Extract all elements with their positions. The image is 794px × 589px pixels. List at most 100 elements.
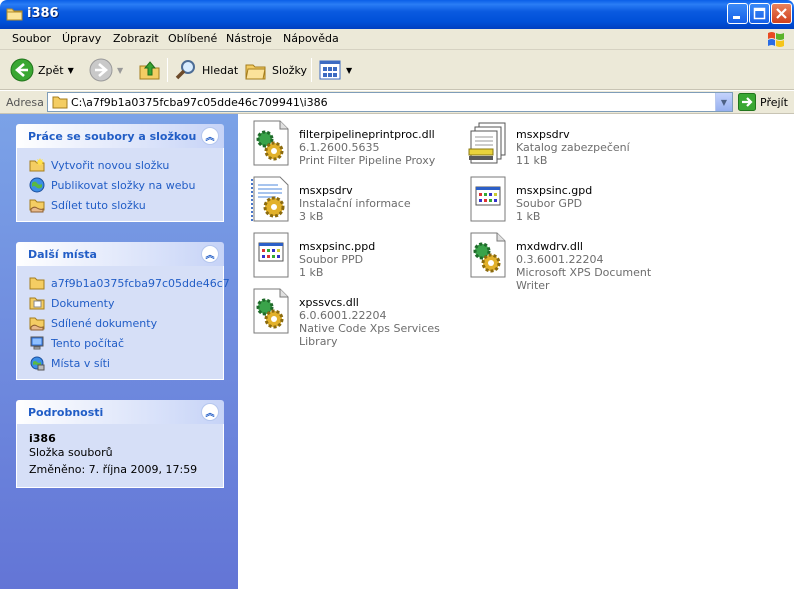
panel-title: Další místa — [28, 248, 97, 261]
generic-file-icon — [253, 232, 289, 278]
file-meta: Native Code Xps Services Library — [299, 322, 440, 348]
menu-help[interactable]: Nápověda — [283, 32, 339, 45]
go-label: Přejít — [760, 95, 788, 109]
task-new-folder[interactable]: Vytvořit novou složku — [29, 155, 213, 175]
panel-title: Práce se soubory a složkou — [28, 130, 197, 143]
file-meta: 11 kB — [516, 154, 548, 167]
file-name: msxpsdrv — [299, 184, 353, 197]
file-meta: Soubor GPD — [516, 197, 583, 210]
file-meta: 1 kB — [299, 266, 324, 279]
collapse-icon[interactable]: ︽ — [201, 403, 219, 421]
dll-gear-icon — [470, 232, 506, 278]
maximize-icon — [753, 7, 766, 20]
other-places-header[interactable]: Další místa ︽ — [16, 242, 224, 266]
toolbar: Zpět ▼ ▼ Hledat Složky ▼ — [0, 50, 794, 90]
folders-icon — [245, 64, 266, 80]
go-arrow-icon — [738, 93, 756, 111]
task-share-folder[interactable]: Sdílet tuto složku — [29, 195, 213, 215]
folder-icon — [52, 96, 68, 109]
collapse-icon[interactable]: ︽ — [201, 127, 219, 145]
setup-info-icon — [251, 176, 289, 222]
file-item[interactable]: filterpipelineprintproc.dll 6.1.2600.563… — [242, 119, 457, 171]
place-label: a7f9b1a0375fcba97c05dde46c7 — [51, 276, 230, 290]
place-network[interactable]: Místa v síti — [29, 353, 213, 373]
menu-view[interactable]: Zobrazit — [113, 32, 159, 45]
address-input[interactable]: C:\a7f9b1a0375fcba97c05dde46c709941\i386… — [47, 92, 733, 112]
dll-gear-icon — [253, 288, 289, 334]
go-button[interactable]: Přejít — [738, 93, 788, 111]
detail-modified: Změněno: 7. října 2009, 17:59 — [29, 463, 198, 476]
back-button[interactable]: Zpět ▼ — [10, 56, 74, 84]
address-path: C:\a7f9b1a0375fcba97c05dde46c709941\i386 — [71, 96, 328, 109]
place-label: Sdílené dokumenty — [51, 316, 158, 330]
generic-file-icon — [470, 176, 506, 222]
collapse-icon[interactable]: ︽ — [201, 245, 219, 263]
task-publish-web[interactable]: Publikovat složky na webu — [29, 175, 213, 195]
file-meta: 0.3.6001.22204 — [516, 253, 604, 266]
place-label: Tento počítač — [51, 336, 125, 350]
place-label: Místa v síti — [51, 356, 110, 370]
menu-bar: Soubor Úpravy Zobrazit Oblíbené Nástroje… — [0, 29, 794, 50]
menu-file[interactable]: Soubor — [12, 32, 51, 45]
folder-icon — [29, 277, 45, 290]
search-button[interactable]: Hledat — [174, 56, 238, 84]
maximize-button[interactable] — [749, 3, 770, 24]
share-folder-icon — [29, 199, 45, 213]
views-dropdown-icon[interactable]: ▼ — [346, 66, 352, 75]
folder-icon — [6, 8, 23, 21]
file-item[interactable]: msxpsdrv Katalog zabezpečení 11 kB — [459, 119, 674, 171]
views-button[interactable]: ▼ — [318, 56, 352, 84]
place-parent-folder[interactable]: a7f9b1a0375fcba97c05dde46c7 — [29, 273, 230, 293]
file-item[interactable]: msxpsdrv Instalační informace 3 kB — [242, 175, 457, 227]
details-header[interactable]: Podrobnosti ︽ — [16, 400, 224, 424]
task-pane: Práce se soubory a složkou ︽ Vytvořit no… — [0, 114, 238, 589]
detail-name: i386 — [29, 432, 56, 445]
detail-type: Složka souborů — [29, 446, 113, 459]
menu-tools[interactable]: Nástroje — [226, 32, 272, 45]
close-button[interactable] — [771, 3, 792, 24]
file-meta: Microsoft XPS Document Writer — [516, 266, 652, 292]
place-shared-documents[interactable]: Sdílené dokumenty — [29, 313, 213, 333]
forward-arrow-icon — [89, 58, 113, 82]
file-meta: Soubor PPD — [299, 253, 364, 266]
forward-dropdown-icon[interactable]: ▼ — [117, 66, 123, 75]
file-name: msxpsdrv — [516, 128, 570, 141]
close-icon — [776, 8, 787, 19]
file-item[interactable]: msxpsinc.gpd Soubor GPD 1 kB — [459, 175, 674, 227]
computer-icon — [30, 336, 44, 350]
folders-label: Složky — [272, 63, 308, 77]
file-item[interactable]: mxdwdrv.dll 0.3.6001.22204 Microsoft XPS… — [459, 231, 674, 292]
search-icon — [175, 60, 195, 80]
file-meta: 3 kB — [299, 210, 324, 223]
new-folder-icon — [29, 158, 45, 172]
place-documents[interactable]: Dokumenty — [29, 293, 213, 313]
file-item[interactable]: xpssvcs.dll 6.0.6001.22204 Native Code X… — [242, 287, 457, 348]
file-tasks-header[interactable]: Práce se soubory a složkou ︽ — [16, 124, 224, 148]
folders-button[interactable]: Složky — [244, 56, 307, 84]
file-name: msxpsinc.ppd — [299, 240, 376, 253]
dll-gear-icon — [253, 120, 289, 166]
address-dropdown-button[interactable]: ▼ — [715, 93, 732, 111]
file-meta: Instalační informace — [299, 197, 411, 210]
forward-button[interactable]: ▼ — [89, 56, 123, 84]
file-item[interactable]: msxpsinc.ppd Soubor PPD 1 kB — [242, 231, 457, 283]
back-dropdown-icon[interactable]: ▼ — [68, 66, 74, 75]
file-name: mxdwdrv.dll — [516, 240, 583, 253]
menu-edit[interactable]: Úpravy — [62, 32, 101, 45]
minimize-button[interactable] — [727, 3, 748, 24]
address-bar: Adresa C:\a7f9b1a0375fcba97c05dde46c7099… — [0, 91, 794, 114]
file-meta: Katalog zabezpečení — [516, 141, 630, 154]
window-title: i386 — [27, 6, 59, 21]
shared-documents-icon — [29, 317, 45, 331]
address-label: Adresa — [6, 96, 44, 109]
up-folder-button[interactable] — [138, 56, 162, 84]
file-name: xpssvcs.dll — [299, 296, 359, 309]
menu-favorites[interactable]: Oblíbené — [168, 32, 217, 45]
minimize-icon — [733, 16, 740, 19]
documents-folder-icon — [29, 297, 45, 310]
title-bar[interactable]: i386 — [0, 0, 794, 29]
search-label: Hledat — [202, 63, 239, 77]
file-list[interactable]: filterpipelineprintproc.dll 6.1.2600.563… — [238, 114, 794, 589]
place-my-computer[interactable]: Tento počítač — [29, 333, 213, 353]
file-name: filterpipelineprintproc.dll — [299, 128, 435, 141]
